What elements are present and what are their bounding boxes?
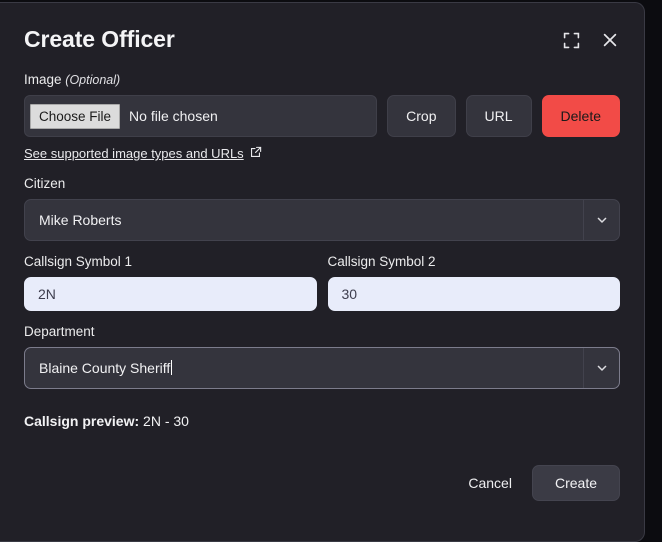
crop-button[interactable]: Crop xyxy=(387,95,456,137)
dialog-header-actions xyxy=(561,24,620,50)
supported-image-types-link[interactable]: See supported image types and URLs xyxy=(24,146,262,161)
department-label: Department xyxy=(24,324,95,339)
callsign-preview-label: Callsign preview: xyxy=(24,413,140,429)
image-label: Image (Optional) xyxy=(24,71,620,89)
image-field: Image (Optional) Choose File No file cho… xyxy=(24,71,620,163)
url-button[interactable]: URL xyxy=(465,95,532,137)
chevron-down-icon[interactable] xyxy=(583,348,619,388)
callsign-preview: Callsign preview: 2N - 30 xyxy=(24,413,620,429)
department-select-value-wrap: Blaine County Sheriff xyxy=(25,360,583,376)
image-controls-row: Choose File No file chosen Crop URL Dele… xyxy=(24,95,620,137)
close-icon[interactable] xyxy=(600,30,620,50)
create-officer-dialog: Create Officer Image (Optional) Choose F… xyxy=(0,2,645,542)
citizen-select[interactable]: Mike Roberts xyxy=(24,199,620,241)
department-select[interactable]: Blaine County Sheriff xyxy=(24,347,620,389)
file-name-label: No file chosen xyxy=(129,108,218,124)
department-field: Department Blaine County Sheriff xyxy=(24,323,620,389)
chevron-down-icon[interactable] xyxy=(583,200,619,240)
supported-image-types-link-label: See supported image types and URLs xyxy=(24,146,244,161)
dialog-header: Create Officer xyxy=(24,3,620,59)
callsign-symbol-1-label: Callsign Symbol 1 xyxy=(24,254,133,269)
file-input[interactable]: Choose File No file chosen xyxy=(24,95,378,137)
callsign-symbol-2-input[interactable] xyxy=(327,277,620,311)
citizen-select-value: Mike Roberts xyxy=(39,212,122,228)
expand-icon[interactable] xyxy=(561,30,581,50)
callsign-symbol-1-input[interactable] xyxy=(24,277,317,311)
image-optional-text: (Optional) xyxy=(65,73,121,87)
callsign-symbols-row: Callsign Symbol 1 Callsign Symbol 2 xyxy=(24,241,620,311)
external-link-icon xyxy=(250,146,262,161)
dialog-footer: Cancel Create xyxy=(24,465,620,501)
callsign-symbol-2-field: Callsign Symbol 2 xyxy=(327,253,620,311)
callsign-symbol-2-label: Callsign Symbol 2 xyxy=(327,254,436,269)
callsign-preview-value: 2N - 30 xyxy=(143,413,189,429)
create-button[interactable]: Create xyxy=(531,465,620,501)
callsign-symbol-1-field: Callsign Symbol 1 xyxy=(24,253,317,311)
image-label-text: Image xyxy=(24,72,62,87)
citizen-field: Citizen Mike Roberts xyxy=(24,175,620,241)
page-title: Create Officer xyxy=(24,26,175,52)
delete-button[interactable]: Delete xyxy=(541,95,620,137)
choose-file-button[interactable]: Choose File xyxy=(30,103,121,129)
citizen-label: Citizen xyxy=(24,176,66,191)
text-caret xyxy=(171,360,173,375)
cancel-button[interactable]: Cancel xyxy=(462,467,518,499)
department-select-value: Blaine County Sheriff xyxy=(39,360,171,376)
